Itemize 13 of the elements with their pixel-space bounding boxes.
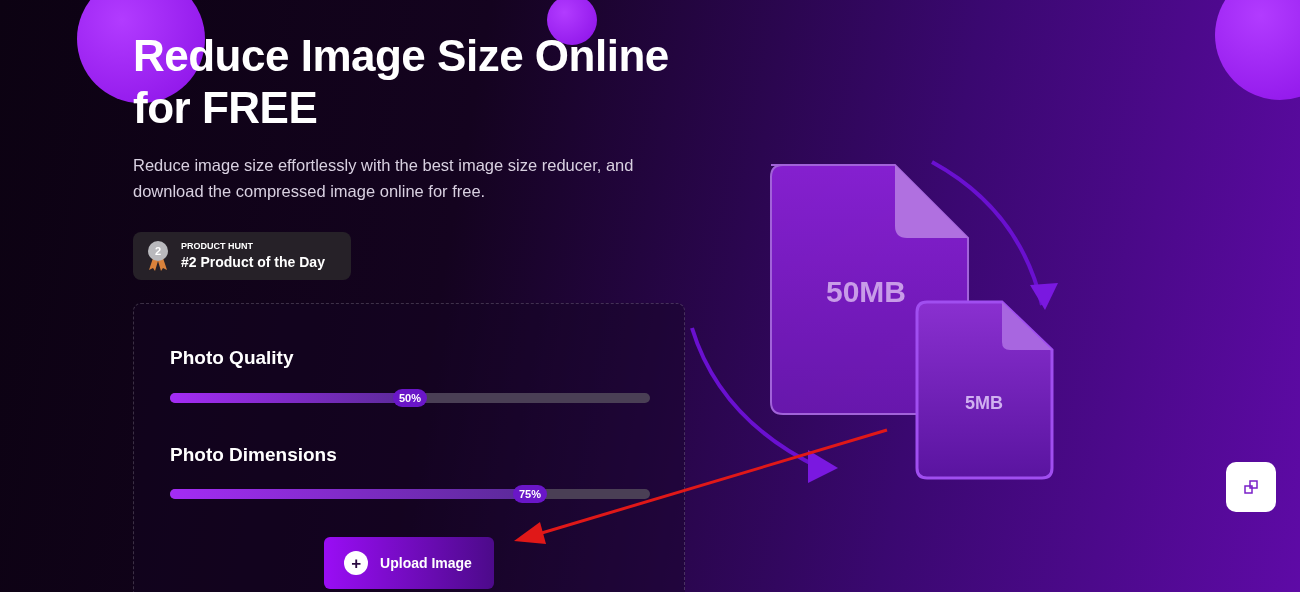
slider-thumb[interactable]: 50% xyxy=(393,388,427,407)
award-badge[interactable]: 2 PRODUCT HUNT #2 Product of the Day xyxy=(133,232,351,280)
upload-button[interactable]: + Upload Image xyxy=(324,537,494,589)
award-eyebrow: PRODUCT HUNT xyxy=(181,240,254,252)
slider-label: Photo Dimensions xyxy=(170,442,338,467)
resize-icon xyxy=(1244,480,1258,494)
award-title: #2 Product of the Day xyxy=(181,252,325,272)
compression-illustration-drawing: 50MB 5MB xyxy=(680,150,1080,490)
slider-thumb[interactable]: 75% xyxy=(513,485,547,503)
resize-icon-button[interactable] xyxy=(1226,462,1276,512)
hero-description: Reduce image size effortlessly with the best image size reducer, and download the compressed image online for free. xyxy=(133,155,635,202)
slider-label: Photo Quality xyxy=(170,346,295,370)
plus-icon: + xyxy=(344,551,369,575)
